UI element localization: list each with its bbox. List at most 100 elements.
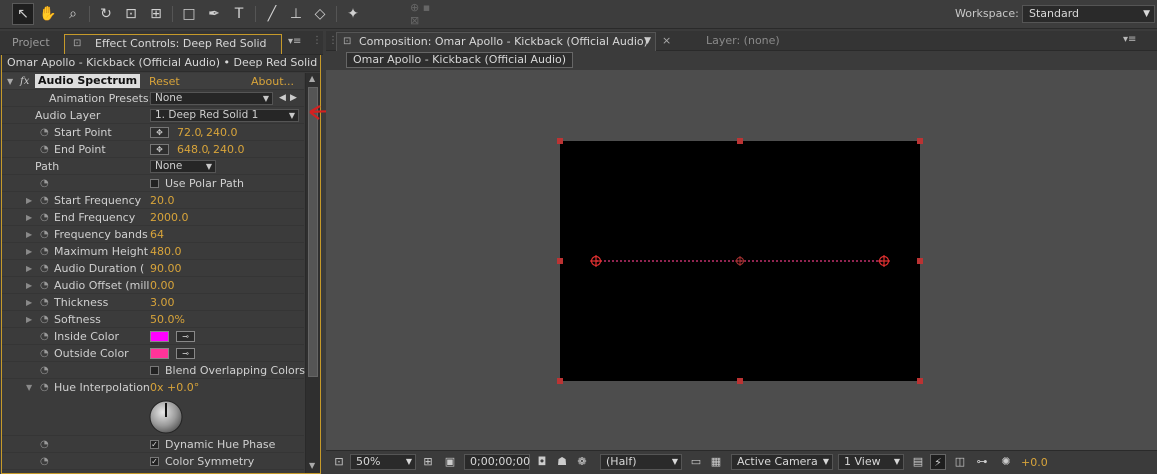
stopwatch-icon[interactable]: ◔ (40, 141, 49, 158)
camera-orbit-icon[interactable]: ⊡ (120, 3, 142, 25)
dynamic-hue-checkbox[interactable]: ✓ (150, 440, 159, 449)
hand-icon[interactable]: ✋ (37, 3, 59, 25)
transparency-grid-icon[interactable]: ▦ (708, 454, 724, 470)
color-channels-icon[interactable]: ❁ (574, 454, 590, 470)
eraser-icon[interactable]: ◇ (309, 3, 331, 25)
expand-triangle-icon[interactable]: ▶ (26, 294, 32, 311)
expand-triangle-icon[interactable]: ▼ (7, 73, 13, 90)
blend-overlapping-checkbox[interactable] (150, 366, 159, 375)
start-point-x[interactable]: 72.0 (177, 124, 202, 141)
type-icon[interactable]: T (228, 3, 250, 25)
eyedropper-icon[interactable]: ⊸ (176, 331, 195, 342)
tab-composition[interactable]: ⊡ Composition: Omar Apollo - Kickback (O… (336, 32, 656, 51)
use-polar-path-checkbox[interactable] (150, 179, 159, 188)
crosshair-icon[interactable]: ✥ (150, 127, 169, 138)
stopwatch-icon[interactable]: ◔ (40, 311, 49, 328)
clone-stamp-icon[interactable]: ⊥ (285, 3, 307, 25)
stopwatch-icon[interactable]: ◔ (40, 124, 49, 141)
stopwatch-icon[interactable]: ◔ (40, 294, 49, 311)
views-dropdown[interactable]: 1 View ▼ (838, 454, 904, 470)
exposure-value[interactable]: +0.0 (1021, 456, 1048, 469)
outside-color-swatch[interactable] (150, 348, 169, 359)
stopwatch-icon[interactable]: ◔ (40, 453, 49, 470)
param-value[interactable]: 64 (150, 226, 164, 243)
exposure-icon[interactable]: ✺ (998, 454, 1014, 470)
hue-interpolation-value[interactable]: 0x +0.0° (150, 379, 199, 396)
expand-triangle-icon[interactable]: ▶ (26, 260, 32, 277)
composition-canvas[interactable] (557, 138, 923, 384)
stopwatch-icon[interactable]: ◔ (40, 175, 49, 192)
zoom-dropdown[interactable]: 50% ▼ (350, 454, 416, 470)
toggle-pixel-aspect-icon[interactable]: ▤ (910, 454, 926, 470)
end-point-y[interactable]: 240.0 (213, 141, 245, 158)
pan-behind-icon[interactable]: ⊞ (145, 3, 167, 25)
hue-dial[interactable] (148, 399, 184, 435)
param-value[interactable]: 50.0% (150, 311, 185, 328)
reset-link[interactable]: Reset (149, 73, 180, 90)
animation-presets-dropdown[interactable]: None ▼ (150, 92, 273, 105)
stopwatch-icon[interactable]: ◔ (40, 209, 49, 226)
stopwatch-icon[interactable]: ◔ (40, 192, 49, 209)
param-value[interactable]: 90.00 (150, 260, 182, 277)
region-of-interest-icon[interactable]: ▭ (688, 454, 704, 470)
expand-triangle-icon[interactable]: ▶ (26, 243, 32, 260)
stopwatch-icon[interactable]: ◔ (40, 328, 49, 345)
puppet-pin-icon[interactable]: ✦ (342, 3, 364, 25)
stopwatch-icon[interactable]: ◔ (40, 362, 49, 379)
panel-menu-icon[interactable]: ▾≡ (1123, 34, 1136, 45)
start-point-y[interactable]: 240.0 (206, 124, 238, 141)
stopwatch-icon[interactable]: ◔ (40, 260, 49, 277)
param-value[interactable]: 2000.0 (150, 209, 189, 226)
scroll-thumb[interactable] (308, 87, 318, 377)
panel-menu-icon[interactable]: ▾≡ (288, 36, 301, 47)
stopwatch-icon[interactable]: ◔ (40, 379, 49, 396)
stopwatch-icon[interactable]: ◔ (40, 345, 49, 362)
expand-triangle-icon[interactable]: ▶ (26, 277, 32, 294)
lock-icon[interactable]: ⊡ (73, 35, 81, 53)
prev-preset-icon[interactable]: ◀ (279, 90, 286, 107)
color-symmetry-checkbox[interactable]: ✓ (150, 457, 159, 466)
lock-icon[interactable]: ⊡ (343, 33, 351, 50)
stopwatch-icon[interactable]: ◔ (40, 243, 49, 260)
expand-triangle-icon[interactable]: ▶ (26, 311, 32, 328)
rectangle-mask-icon[interactable]: □ (178, 3, 200, 25)
param-value[interactable]: 480.0 (150, 243, 182, 260)
brush-icon[interactable]: ╱ (261, 3, 283, 25)
rotate-icon[interactable]: ↻ (95, 3, 117, 25)
audio-layer-dropdown[interactable]: 1. Deep Red Solid 1 ▼ (150, 109, 299, 122)
always-preview-icon[interactable]: ⊡ (331, 454, 347, 470)
scroll-up-icon[interactable]: ▲ (309, 74, 315, 83)
scroll-down-icon[interactable]: ▼ (309, 461, 315, 470)
about-link[interactable]: About... (251, 73, 294, 90)
snapshot-icon[interactable]: ◘ (534, 454, 550, 470)
stopwatch-icon[interactable]: ◔ (40, 277, 49, 294)
expand-triangle-icon[interactable]: ▶ (26, 209, 32, 226)
camera-dropdown[interactable]: Active Camera ▼ (731, 454, 833, 470)
path-dropdown[interactable]: None ▼ (150, 160, 216, 173)
fast-previews-icon[interactable]: ⚡ (930, 454, 946, 470)
resolution-dropdown[interactable]: (Half) ▼ (600, 454, 682, 470)
composition-breadcrumb[interactable]: Omar Apollo - Kickback (Official Audio) (346, 52, 574, 68)
zoom-icon[interactable]: ⌕ (62, 3, 84, 25)
timeline-icon[interactable]: ◫ (952, 454, 968, 470)
param-value[interactable]: 3.00 (150, 294, 175, 311)
collapse-triangle-icon[interactable]: ▼ (26, 379, 32, 396)
effect-name[interactable]: Audio Spectrum (35, 74, 141, 88)
safe-zones-icon[interactable]: ⊞ (420, 454, 436, 470)
mask-visibility-icon[interactable]: ▣ (442, 454, 458, 470)
close-icon[interactable]: × (662, 34, 671, 47)
tab-layer[interactable]: Layer: (none) (706, 34, 780, 47)
inside-color-swatch[interactable] (150, 331, 169, 342)
param-value[interactable]: 20.0 (150, 192, 175, 209)
tab-project[interactable]: Project (4, 34, 58, 54)
pen-icon[interactable]: ✒ (203, 3, 225, 25)
param-value[interactable]: 0.00 (150, 277, 175, 294)
flowchart-icon[interactable]: ⊶ (974, 454, 990, 470)
selection-arrow-icon[interactable]: ↖ (12, 3, 34, 25)
stopwatch-icon[interactable]: ◔ (40, 226, 49, 243)
stopwatch-icon[interactable]: ◔ (40, 436, 49, 453)
expand-triangle-icon[interactable]: ▶ (26, 226, 32, 243)
composition-viewer[interactable] (326, 70, 1157, 450)
fx-icon[interactable]: fx (20, 73, 29, 90)
workspace-select[interactable]: Standard ▼ (1022, 5, 1155, 23)
